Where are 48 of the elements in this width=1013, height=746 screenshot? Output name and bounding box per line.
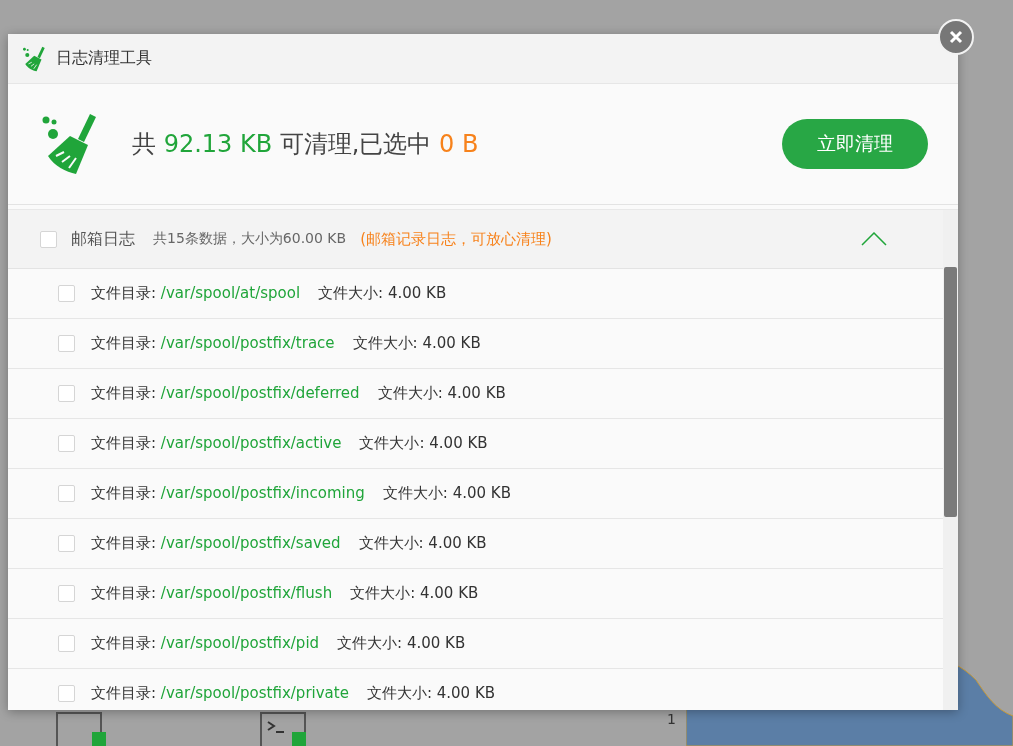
file-size-text: 文件大小: 4.00 KB bbox=[366, 684, 496, 703]
file-row[interactable]: 文件目录: /var/spool/postfix/trace 文件大小: 4.00 KB bbox=[8, 319, 943, 369]
file-path-text: 文件目录: /var/spool/postfix/active bbox=[91, 434, 342, 453]
close-button[interactable] bbox=[938, 19, 974, 55]
file-checkbox[interactable] bbox=[58, 285, 75, 302]
group-header[interactable]: 邮箱日志 共15条数据，大小为60.00 KB (邮箱记录日志，可放心清理) bbox=[8, 210, 943, 269]
file-path-text: 文件目录: /var/spool/postfix/pid bbox=[91, 634, 320, 653]
file-checkbox[interactable] bbox=[58, 385, 75, 402]
file-path-text: 文件目录: /var/spool/postfix/incoming bbox=[91, 484, 365, 503]
dialog-title: 日志清理工具 bbox=[56, 48, 152, 69]
file-size-text: 文件大小: 4.00 KB bbox=[352, 334, 481, 353]
file-size-text: 文件大小: 4.00 KB bbox=[358, 534, 487, 553]
file-row[interactable]: 文件目录: /var/spool/postfix/pid 文件大小: 4.00 KB bbox=[8, 619, 943, 669]
file-checkbox[interactable] bbox=[58, 485, 75, 502]
file-row[interactable]: 文件目录: /var/spool/postfix/flush 文件大小: 4.00 KB bbox=[8, 569, 943, 619]
summary-text: 共 92.13 KB 可清理,已选中 0 B bbox=[132, 129, 480, 160]
file-size-text: 文件大小: 4.00 KB bbox=[359, 434, 488, 453]
file-checkbox[interactable] bbox=[58, 635, 75, 652]
group-info: 共15条数据，大小为60.00 KB bbox=[153, 230, 347, 248]
file-path-text: 文件目录: /var/spool/at/spool bbox=[91, 284, 301, 303]
file-checkbox[interactable] bbox=[58, 535, 75, 552]
file-row[interactable]: 文件目录: /var/spool/postfix/active 文件大小: 4.00 KB bbox=[8, 419, 943, 469]
file-row[interactable]: 文件目录: /var/spool/at/spool 文件大小: 4.00 KB bbox=[8, 269, 943, 319]
file-checkbox[interactable] bbox=[58, 335, 75, 352]
file-row[interactable]: 文件目录: /var/spool/postfix/deferred 文件大小: 4.00 KB bbox=[8, 369, 943, 419]
broom-icon bbox=[22, 45, 48, 72]
file-path-text: 文件目录: /var/spool/postfix/private bbox=[91, 684, 349, 703]
group-checkbox[interactable] bbox=[40, 230, 57, 248]
file-size-text: 文件大小: 4.00 KB bbox=[382, 484, 511, 503]
scrollbar-thumb[interactable] bbox=[944, 267, 957, 517]
group-note: (邮箱记录日志，可放心清理) bbox=[360, 229, 553, 249]
group-name: 邮箱日志 bbox=[71, 228, 135, 250]
file-size-text: 文件大小: 4.00 KB bbox=[337, 634, 466, 653]
file-size-text: 文件大小: 4.00 KB bbox=[377, 384, 506, 403]
file-size-text: 文件大小: 4.00 KB bbox=[318, 284, 447, 303]
file-path-text: 文件目录: /var/spool/postfix/deferred bbox=[91, 384, 360, 403]
file-path-text: 文件目录: /var/spool/postfix/flush bbox=[91, 584, 333, 603]
axis-label: 1 bbox=[667, 711, 676, 727]
file-path-text: 文件目录: /var/spool/postfix/trace bbox=[91, 334, 335, 353]
close-icon bbox=[948, 29, 964, 45]
file-checkbox[interactable] bbox=[58, 685, 75, 702]
file-size-text: 文件大小: 4.00 KB bbox=[350, 584, 479, 603]
file-checkbox[interactable] bbox=[58, 435, 75, 452]
file-path-text: 文件目录: /var/spool/postfix/saved bbox=[91, 534, 341, 553]
file-checkbox[interactable] bbox=[58, 585, 75, 602]
collapse-icon[interactable] bbox=[861, 232, 887, 246]
file-row[interactable]: 文件目录: /var/spool/postfix/incoming 文件大小: 4.00 KB bbox=[8, 469, 943, 519]
file-row[interactable]: 文件目录: /var/spool/postfix/saved 文件大小: 4.00 KB bbox=[8, 519, 943, 569]
